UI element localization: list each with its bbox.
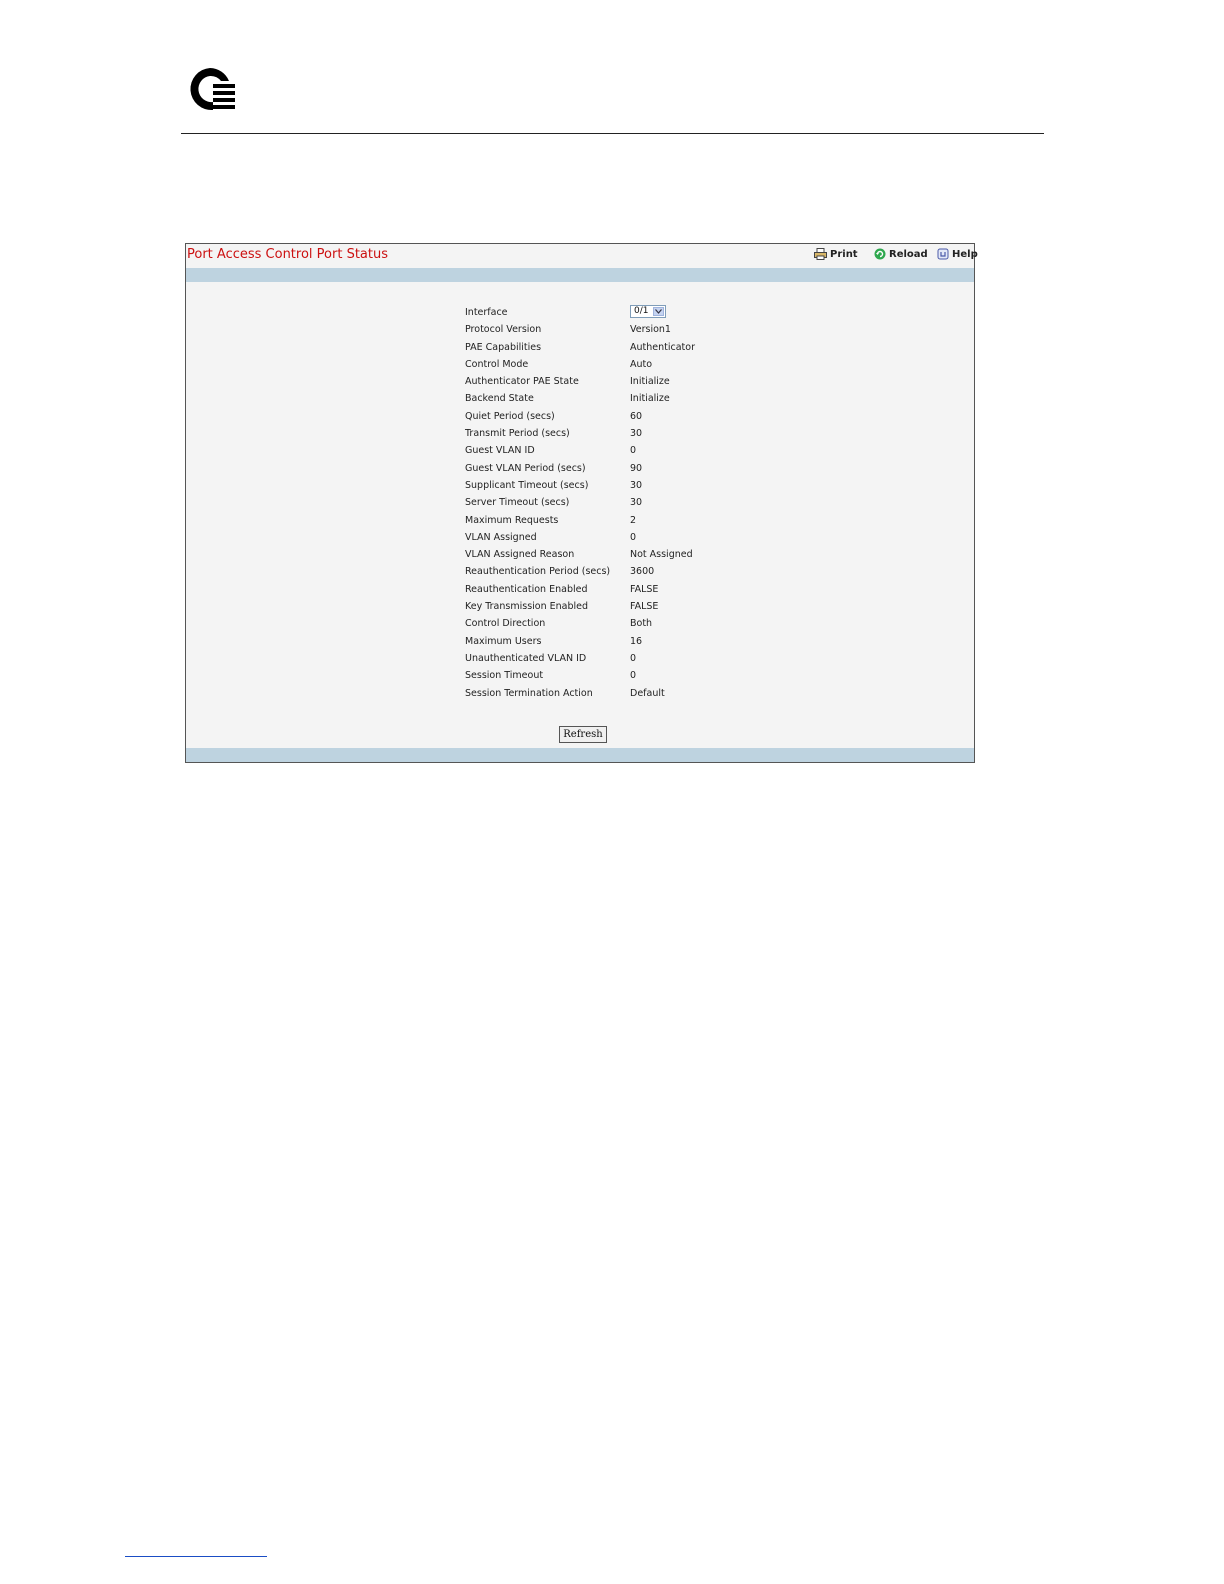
footer-link-underline bbox=[125, 1556, 267, 1557]
company-logo bbox=[190, 68, 235, 111]
field-label: Guest VLAN Period (secs) bbox=[465, 462, 586, 474]
status-row: Reauthentication Enabled FALSE bbox=[465, 581, 885, 598]
field-label: Maximum Users bbox=[465, 635, 542, 647]
status-row: Server Timeout (secs) 30 bbox=[465, 494, 885, 511]
field-value: 30 bbox=[630, 497, 643, 509]
status-row: PAE Capabilities Authenticator bbox=[465, 339, 885, 356]
field-label: Session Timeout bbox=[465, 670, 544, 682]
field-value: 30 bbox=[630, 428, 643, 440]
field-value: Both bbox=[630, 618, 653, 630]
chevron-down-icon[interactable] bbox=[653, 307, 664, 316]
field-label: Reauthentication Period (secs) bbox=[465, 566, 611, 578]
refresh-button[interactable]: Refresh bbox=[559, 726, 607, 743]
field-value: 0 bbox=[630, 531, 637, 543]
reload-label: Reload bbox=[889, 248, 928, 260]
field-value: 0 bbox=[630, 670, 637, 682]
field-value: Default bbox=[630, 687, 665, 699]
field-value: Initialize bbox=[630, 376, 670, 388]
status-row: Guest VLAN ID 0 bbox=[465, 442, 885, 459]
interface-row: Interface 0/1 bbox=[465, 304, 885, 321]
header-band bbox=[186, 268, 974, 282]
status-row: Protocol Version Version1 bbox=[465, 321, 885, 338]
field-label: Control Mode bbox=[465, 358, 529, 370]
status-row: Session Termination Action Default bbox=[465, 685, 885, 702]
field-label: Authenticator PAE State bbox=[465, 376, 579, 388]
field-value: 0 bbox=[630, 652, 637, 664]
field-label: Protocol Version bbox=[465, 324, 542, 336]
reload-icon bbox=[874, 248, 886, 260]
field-label: Guest VLAN ID bbox=[465, 445, 535, 457]
status-table: Interface 0/1 Protocol Version Version1 PA… bbox=[465, 304, 885, 702]
field-value: Not Assigned bbox=[630, 549, 693, 561]
field-value: FALSE bbox=[630, 601, 659, 613]
printer-icon bbox=[814, 248, 827, 260]
field-value: FALSE bbox=[630, 583, 659, 595]
field-value: Authenticator bbox=[630, 341, 695, 353]
status-row: Maximum Users 16 bbox=[465, 633, 885, 650]
status-row: Guest VLAN Period (secs) 90 bbox=[465, 460, 885, 477]
field-label: Key Transmission Enabled bbox=[465, 601, 589, 613]
print-label: Print bbox=[830, 248, 858, 260]
interface-select[interactable]: 0/1 bbox=[630, 305, 666, 318]
field-label: Session Termination Action bbox=[465, 687, 593, 699]
status-row: Control Mode Auto bbox=[465, 356, 885, 373]
page-title: Port Access Control Port Status bbox=[187, 247, 388, 262]
status-row: Maximum Requests 2 bbox=[465, 512, 885, 529]
help-button[interactable]: Help bbox=[937, 248, 978, 260]
status-row: VLAN Assigned 0 bbox=[465, 529, 885, 546]
interface-label: Interface bbox=[465, 307, 508, 318]
help-label: Help bbox=[952, 248, 978, 260]
footer-band bbox=[186, 748, 974, 762]
field-value: 60 bbox=[630, 410, 643, 422]
status-row: Control Direction Both bbox=[465, 615, 885, 632]
status-row: Reauthentication Period (secs) 3600 bbox=[465, 563, 885, 580]
status-row: Key Transmission Enabled FALSE bbox=[465, 598, 885, 615]
field-value: 90 bbox=[630, 462, 643, 474]
field-label: Supplicant Timeout (secs) bbox=[465, 479, 589, 491]
field-label: Maximum Requests bbox=[465, 514, 559, 526]
field-value: Auto bbox=[630, 358, 653, 370]
status-row: Transmit Period (secs) 30 bbox=[465, 425, 885, 442]
port-status-panel: Port Access Control Port Status Print Re… bbox=[185, 243, 978, 763]
field-value: 3600 bbox=[630, 566, 655, 578]
status-row: Supplicant Timeout (secs) 30 bbox=[465, 477, 885, 494]
field-value: Initialize bbox=[630, 393, 670, 405]
field-value: 2 bbox=[630, 514, 637, 526]
print-button[interactable]: Print bbox=[814, 248, 858, 260]
status-row: Session Timeout 0 bbox=[465, 667, 885, 684]
status-row: Authenticator PAE State Initialize bbox=[465, 373, 885, 390]
field-label: Server Timeout (secs) bbox=[465, 497, 570, 509]
field-label: PAE Capabilities bbox=[465, 341, 542, 353]
field-value: Version1 bbox=[630, 324, 671, 336]
header-rule bbox=[181, 133, 1044, 134]
reload-button[interactable]: Reload bbox=[874, 248, 928, 260]
field-label: Backend State bbox=[465, 393, 534, 405]
field-label: Quiet Period (secs) bbox=[465, 410, 555, 422]
status-row: Backend State Initialize bbox=[465, 390, 885, 407]
field-label: VLAN Assigned bbox=[465, 531, 537, 543]
status-row: Unauthenticated VLAN ID 0 bbox=[465, 650, 885, 667]
field-label: Transmit Period (secs) bbox=[465, 428, 570, 440]
help-icon bbox=[937, 248, 949, 260]
status-row: VLAN Assigned Reason Not Assigned bbox=[465, 546, 885, 563]
interface-selected-value: 0/1 bbox=[634, 306, 649, 316]
status-row: Quiet Period (secs) 60 bbox=[465, 408, 885, 425]
field-value: 30 bbox=[630, 479, 643, 491]
field-value: 0 bbox=[630, 445, 637, 457]
field-label: Reauthentication Enabled bbox=[465, 583, 588, 595]
field-value: 16 bbox=[630, 635, 643, 647]
field-label: Unauthenticated VLAN ID bbox=[465, 652, 587, 664]
field-label: Control Direction bbox=[465, 618, 546, 630]
field-label: VLAN Assigned Reason bbox=[465, 549, 575, 561]
